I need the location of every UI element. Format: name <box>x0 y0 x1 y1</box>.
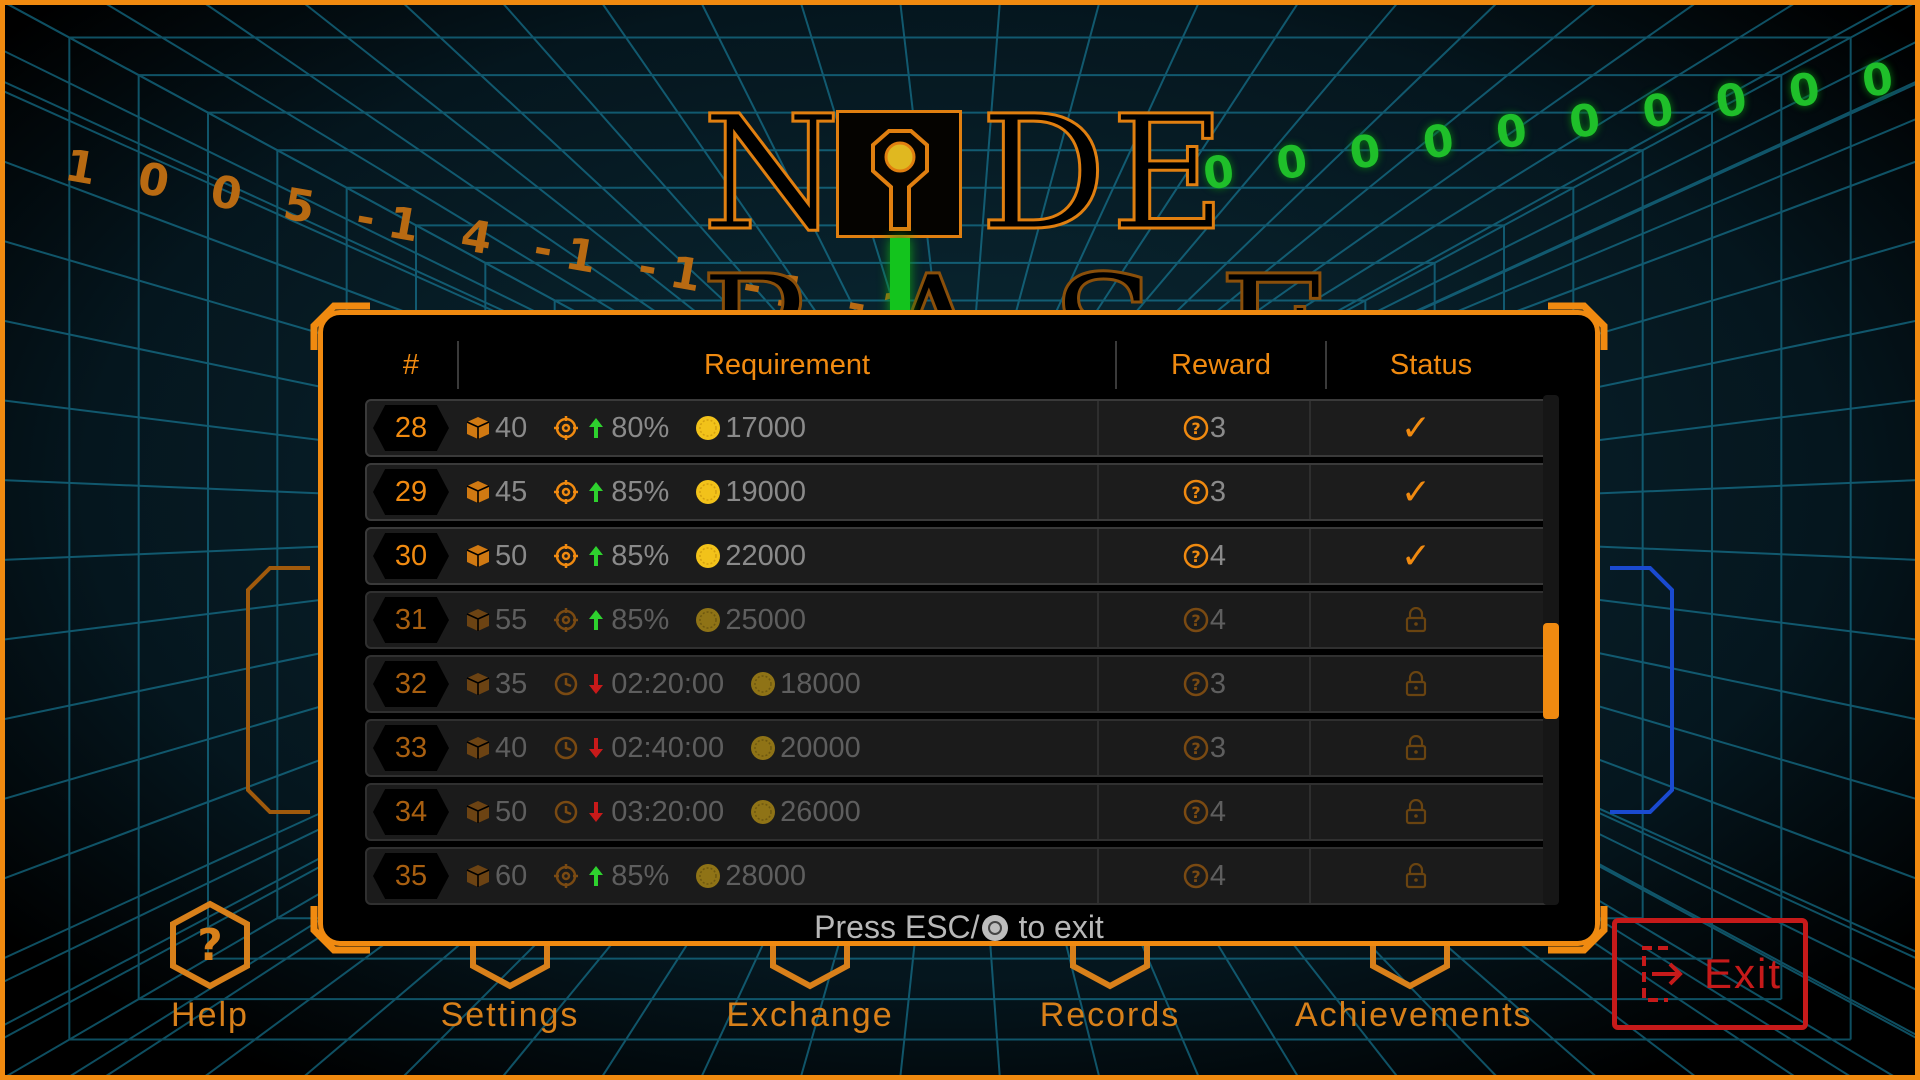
menu-help[interactable]: ? Help <box>95 900 325 1035</box>
logo-letters-de: DE <box>978 82 1231 266</box>
menu-help-label: Help <box>171 996 249 1034</box>
svg-text:?: ? <box>197 920 223 971</box>
left-side-panel-outline <box>246 566 310 814</box>
logo-letter-n: N <box>700 82 845 266</box>
help-icon: ? <box>165 900 255 990</box>
exit-button[interactable]: Exit <box>1612 918 1808 1030</box>
menu-achievements-label: Achievements <box>1295 996 1533 1034</box>
menu-records-label: Records <box>1039 996 1181 1034</box>
menu-settings-label: Settings <box>440 996 580 1034</box>
exit-button-label: Exit <box>1703 950 1782 997</box>
exit-door-icon <box>1641 946 1683 1002</box>
modal-frame-corners <box>310 302 1608 954</box>
logo-node-icon <box>836 110 962 238</box>
menu-exchange-label: Exchange <box>726 996 894 1034</box>
right-side-panel-outline <box>1610 566 1674 814</box>
